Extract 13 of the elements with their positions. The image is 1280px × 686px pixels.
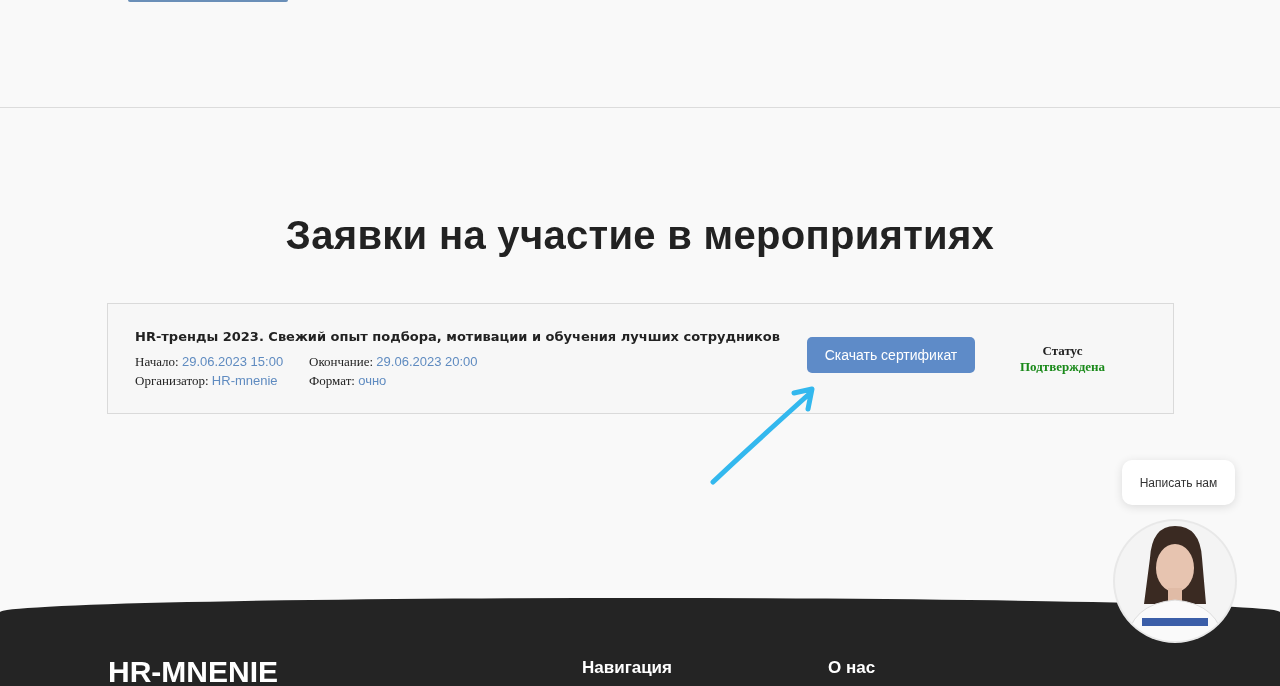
- event-detail: Организатор: HR-mnenie: [135, 372, 279, 389]
- footer-heading: О нас: [828, 658, 877, 679]
- footer-heading: Навигация: [582, 658, 673, 679]
- event-title: HR-тренды 2023. Свежий опыт подбора, мотивации и обучения лучших сотрудников: [135, 328, 781, 344]
- event-detail: Формат: очно: [309, 372, 388, 389]
- event-detail: Окончание: 29.06.2023 20:00: [309, 353, 479, 370]
- status-label: Статус: [1042, 342, 1083, 359]
- event-detail: Начало: 29.06.2023 15:00: [135, 353, 285, 370]
- page-heading: Заявки на участие в мероприятиях: [284, 213, 996, 258]
- footer-logo[interactable]: HR-MNENIE: [108, 655, 582, 686]
- download-certificate-button[interactable]: Скачать сертификат: [807, 336, 975, 373]
- status-value: Подтверждена: [1020, 358, 1105, 375]
- chat-bubble[interactable]: Написать нам: [1122, 460, 1235, 505]
